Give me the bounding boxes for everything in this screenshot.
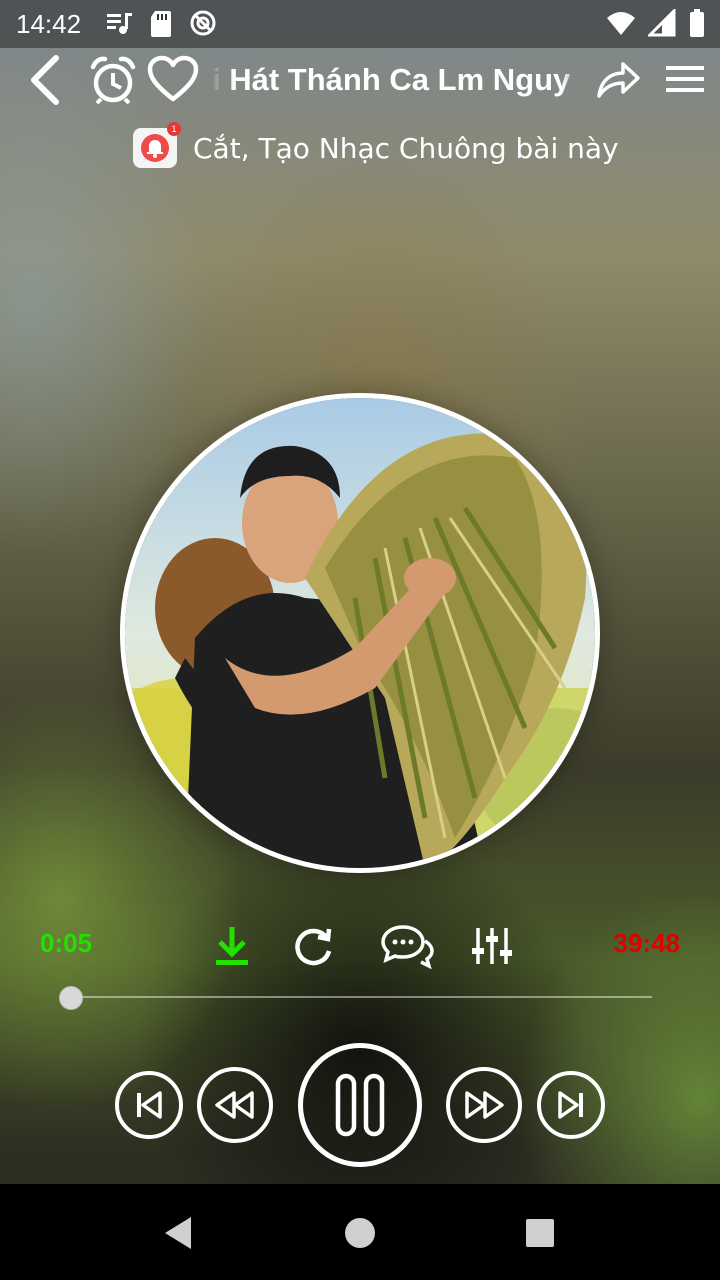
album-art — [120, 393, 600, 873]
status-time: 14:42 — [16, 9, 82, 39]
current-time: 0:05 — [40, 928, 93, 958]
favorite-button[interactable] — [146, 54, 200, 104]
sd-card-icon — [151, 11, 171, 37]
system-navigation-bar — [0, 1184, 720, 1280]
ringtone-label: Cắt, Tạo Nhạc Chuông bài này — [193, 131, 619, 165]
battery-icon — [690, 9, 704, 37]
chevron-left-icon — [31, 55, 59, 105]
song-title-text: i Hát Thánh Ca Lm Nguy — [212, 62, 571, 97]
heart-icon — [147, 55, 199, 102]
share-icon — [597, 62, 640, 98]
recents-square-icon — [526, 1219, 554, 1247]
repeat-button[interactable] — [288, 922, 338, 970]
back-button[interactable] — [20, 52, 68, 108]
rewind-icon — [215, 1091, 254, 1119]
ringtone-cut-link[interactable]: 1 Cắt, Tạo Nhạc Chuông bài này — [133, 122, 619, 170]
skip-next-button[interactable] — [537, 1071, 605, 1139]
skip-previous-icon — [137, 1091, 162, 1119]
ringtone-app-icon: 1 — [133, 122, 181, 168]
comment-icon — [381, 925, 434, 969]
music-note-icon — [107, 13, 132, 34]
equalizer-icon — [472, 928, 512, 964]
rewind-button[interactable] — [197, 1067, 273, 1143]
hamburger-menu-icon — [666, 66, 704, 92]
equalizer-button[interactable] — [470, 922, 514, 970]
alarm-clock-icon — [90, 56, 136, 105]
sync-icon — [190, 10, 216, 36]
total-time: 39:48 — [613, 928, 681, 958]
alarm-button[interactable] — [88, 54, 138, 106]
pause-icon — [335, 1073, 385, 1137]
bell-icon — [141, 134, 169, 162]
skip-next-icon — [558, 1091, 583, 1119]
signal-icon — [648, 9, 676, 37]
share-button[interactable] — [594, 56, 642, 104]
skip-previous-button[interactable] — [115, 1071, 183, 1139]
nav-recents-button[interactable] — [514, 1208, 566, 1258]
pause-button[interactable] — [298, 1043, 422, 1167]
song-title: i Hát Thánh Ca Lm Nguy — [212, 58, 582, 102]
nav-back-button[interactable] — [150, 1208, 206, 1258]
repeat-icon — [295, 928, 332, 966]
wifi-icon — [607, 12, 635, 35]
seek-thumb[interactable] — [59, 986, 84, 1010]
status-left-icons — [104, 8, 218, 38]
download-button[interactable] — [210, 922, 254, 970]
notification-badge: 1 — [167, 122, 181, 136]
home-circle-icon — [345, 1218, 375, 1248]
menu-button[interactable] — [662, 58, 708, 100]
comment-button[interactable] — [378, 922, 436, 970]
status-bar: 14:42 — [0, 0, 720, 48]
nav-home-button[interactable] — [334, 1208, 386, 1258]
status-right-icons — [606, 8, 706, 38]
seek-bar[interactable] — [70, 996, 652, 998]
download-icon — [216, 927, 248, 965]
fast-forward-icon — [465, 1091, 504, 1119]
back-triangle-icon — [165, 1217, 191, 1249]
fast-forward-button[interactable] — [446, 1067, 522, 1143]
album-photo — [125, 398, 595, 868]
